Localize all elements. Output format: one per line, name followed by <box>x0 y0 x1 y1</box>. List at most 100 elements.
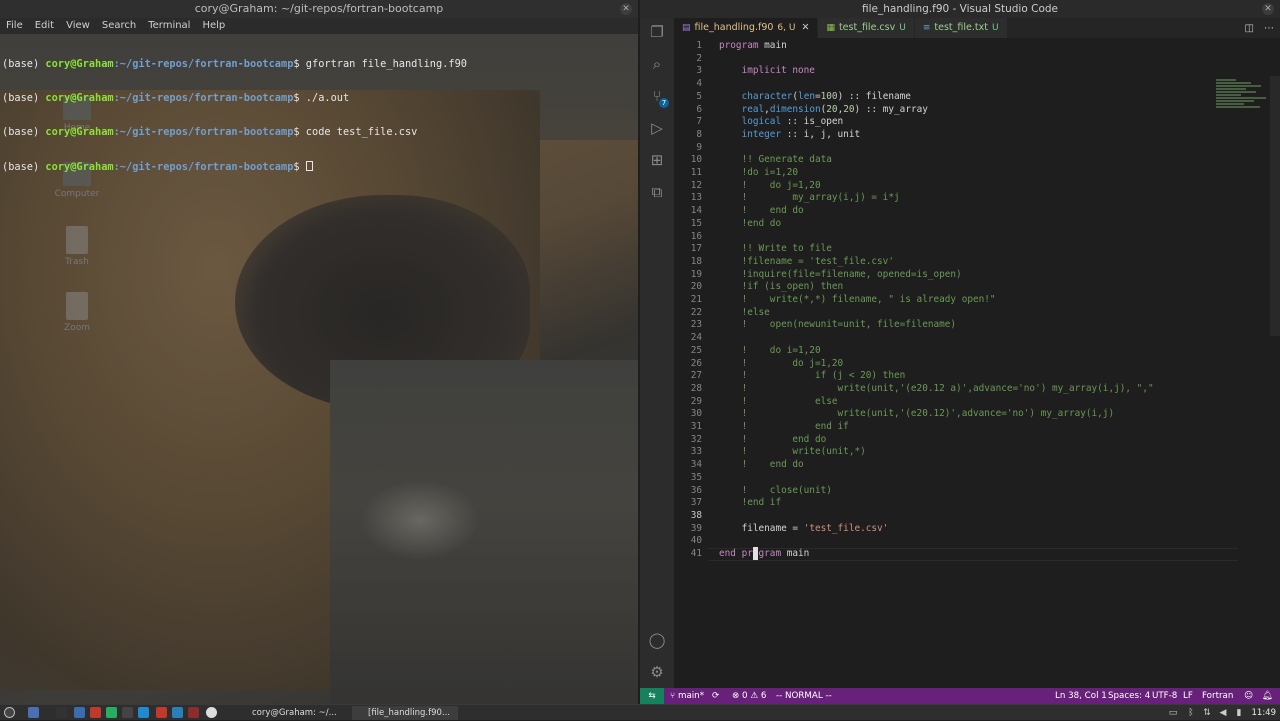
taskbar-window-vscode[interactable]: [file_handling.f90... <box>352 706 458 720</box>
battery-icon[interactable]: ▮ <box>1234 708 1244 718</box>
code-line[interactable]: 15 !end do <box>674 218 1214 231</box>
eol[interactable]: LF <box>1183 688 1193 704</box>
branch-indicator[interactable]: ⑂ main* <box>670 688 704 704</box>
code-line[interactable]: 28 ! write(unit,'(e20.12 a)',advance='no… <box>674 383 1214 396</box>
code-line[interactable]: 16 <box>674 231 1214 244</box>
code-line[interactable]: 7 logical :: is_open <box>674 116 1214 129</box>
github-icon[interactable] <box>206 707 217 718</box>
code-line[interactable]: 11 !do i=1,20 <box>674 167 1214 180</box>
code-line[interactable]: 20 !if (is_open) then <box>674 281 1214 294</box>
code-line[interactable]: 31 ! end if <box>674 421 1214 434</box>
code-line[interactable]: 10 !! Generate data <box>674 154 1214 167</box>
code-line[interactable]: 6 real,dimension(20,20) :: my_array <box>674 104 1214 117</box>
code-line[interactable]: 22 !else <box>674 307 1214 320</box>
account-icon[interactable]: ◯ <box>647 630 667 650</box>
code-line[interactable]: 26 ! do j=1,20 <box>674 358 1214 371</box>
tab-file-handling[interactable]: ▤ file_handling.f90 6, U ✕ <box>674 18 819 38</box>
app-icon-dark-red[interactable] <box>188 707 199 718</box>
tab-test-file-txt[interactable]: ≡ test_file.txt U <box>914 18 1008 38</box>
code-line[interactable]: 37 !end if <box>674 497 1214 510</box>
network-icon[interactable]: ⇅ <box>1202 708 1212 718</box>
vivaldi-icon[interactable] <box>90 707 101 718</box>
code-line[interactable]: 24 <box>674 332 1214 345</box>
sync-icon[interactable]: ⟳ <box>712 688 719 704</box>
taskbar-window-terminal[interactable]: cory@Graham: ~/... <box>236 706 340 720</box>
code-line[interactable]: 13 ! my_array(i,j) = i*j <box>674 192 1214 205</box>
clock[interactable]: 11:49 <box>1252 705 1277 721</box>
code-line[interactable]: 25 ! do i=1,20 <box>674 345 1214 358</box>
minimap[interactable] <box>1216 78 1276 138</box>
menu-view[interactable]: View <box>60 18 96 34</box>
close-icon[interactable]: ✕ <box>620 3 632 15</box>
code-line[interactable]: 21 ! write(*,*) filename, " is already o… <box>674 294 1214 307</box>
code-line[interactable]: 1 program main <box>674 40 1214 53</box>
menu-search[interactable]: Search <box>96 18 142 34</box>
remote-indicator-icon[interactable]: ⇆ <box>640 688 664 704</box>
code-line[interactable]: 27 ! if (j < 20) then <box>674 370 1214 383</box>
code-line[interactable]: 34 ! end do <box>674 459 1214 472</box>
encoding[interactable]: UTF-8 <box>1152 688 1177 704</box>
terminal-titlebar[interactable]: cory@Graham: ~/git-repos/fortran-bootcam… <box>0 0 638 18</box>
language-mode[interactable]: Fortran <box>1202 688 1233 704</box>
explorer-icon[interactable]: ❐ <box>647 22 667 42</box>
split-editor-icon[interactable]: ◫ <box>1245 23 1254 34</box>
source-control-icon[interactable]: ⑂ 7 <box>647 86 669 108</box>
feedback-icon[interactable]: ☺ <box>1244 688 1253 704</box>
spotify-icon[interactable] <box>106 707 117 718</box>
close-icon[interactable]: ✕ <box>1262 3 1274 15</box>
volume-icon[interactable]: ◀ <box>1218 708 1228 718</box>
desktop-icon-zoom[interactable]: Zoom <box>42 292 112 333</box>
desktop-icon-trash[interactable]: Trash <box>42 226 112 267</box>
menu-help[interactable]: Help <box>196 18 231 34</box>
code-line[interactable]: 5 character(len=100) :: filename <box>674 91 1214 104</box>
app-icon-red[interactable] <box>156 707 167 718</box>
run-debug-icon[interactable]: ▷ <box>647 118 667 138</box>
code-line[interactable]: 9 <box>674 142 1214 155</box>
show-desktop-icon[interactable] <box>28 707 39 718</box>
close-icon[interactable]: ✕ <box>801 18 809 38</box>
tab-test-file-csv[interactable]: ▦ test_file.csv U <box>818 18 915 38</box>
more-actions-icon[interactable]: ⋯ <box>1264 23 1274 34</box>
code-line[interactable]: 3 implicit none <box>674 65 1214 78</box>
code-line[interactable]: 29 ! else <box>674 396 1214 409</box>
indentation[interactable]: Spaces: 4 <box>1108 688 1150 704</box>
code-line[interactable]: 8 integer :: i, j, unit <box>674 129 1214 142</box>
app-icon-blue[interactable] <box>172 707 183 718</box>
code-line[interactable]: 17 !! Write to file <box>674 243 1214 256</box>
menu-terminal[interactable]: Terminal <box>142 18 196 34</box>
code-line[interactable]: 12 ! do j=1,20 <box>674 180 1214 193</box>
code-line[interactable]: 36 ! close(unit) <box>674 485 1214 498</box>
code-line[interactable]: 39 filename = 'test_file.csv' <box>674 523 1214 536</box>
menu-file[interactable]: File <box>0 18 29 34</box>
scrollbar[interactable] <box>1270 76 1280 336</box>
files-icon[interactable] <box>56 707 67 718</box>
terminal-window[interactable]: Home Computer Trash Zoom cory@Graham: ~/… <box>0 0 638 704</box>
search-icon[interactable]: ⌕ <box>647 54 667 74</box>
code-line[interactable]: 18 !filename = 'test_file.csv' <box>674 256 1214 269</box>
terminal-output[interactable]: (base) cory@Graham:~/git-repos/fortran-b… <box>2 36 467 197</box>
extensions-icon[interactable]: ⊞ <box>647 150 667 170</box>
file-manager-icon[interactable] <box>74 707 85 718</box>
code-line[interactable]: 32 ! end do <box>674 434 1214 447</box>
cursor-position[interactable]: Ln 38, Col 1 <box>1055 688 1107 704</box>
bell-icon[interactable]: 🔔︎ <box>1262 688 1273 704</box>
code-line[interactable]: 33 ! write(unit,*) <box>674 446 1214 459</box>
gear-icon[interactable]: ⚙ <box>647 662 667 682</box>
remote-explorer-icon[interactable]: ⧉ <box>647 182 667 202</box>
code-line[interactable]: 38 <box>674 510 1214 523</box>
terminal-icon[interactable] <box>122 707 133 718</box>
code-line[interactable]: 23 ! open(newunit=unit, file=filename) <box>674 319 1214 332</box>
bluetooth-icon[interactable]: ᛒ <box>1186 708 1196 718</box>
code-editor[interactable]: 1 program main 2 3 implicit none 4 5 characte… <box>674 38 1280 688</box>
code-line[interactable]: 4 <box>674 78 1214 91</box>
display-icon[interactable]: ▭ <box>1168 708 1178 718</box>
code-line[interactable]: 35 <box>674 472 1214 485</box>
vscode-window[interactable]: file_handling.f90 - Visual Studio Code ✕… <box>640 0 1280 704</box>
code-line[interactable]: 19 !inquire(file=filename, opened=is_ope… <box>674 269 1214 282</box>
menu-edit[interactable]: Edit <box>29 18 60 34</box>
code-line[interactable]: 30 ! write(unit,'(e20.12)',advance='no')… <box>674 408 1214 421</box>
vscode-icon[interactable] <box>138 707 149 718</box>
vscode-titlebar[interactable]: file_handling.f90 - Visual Studio Code ✕ <box>640 0 1280 18</box>
code-line[interactable]: 14 ! end do <box>674 205 1214 218</box>
code-line[interactable]: 2 <box>674 53 1214 66</box>
